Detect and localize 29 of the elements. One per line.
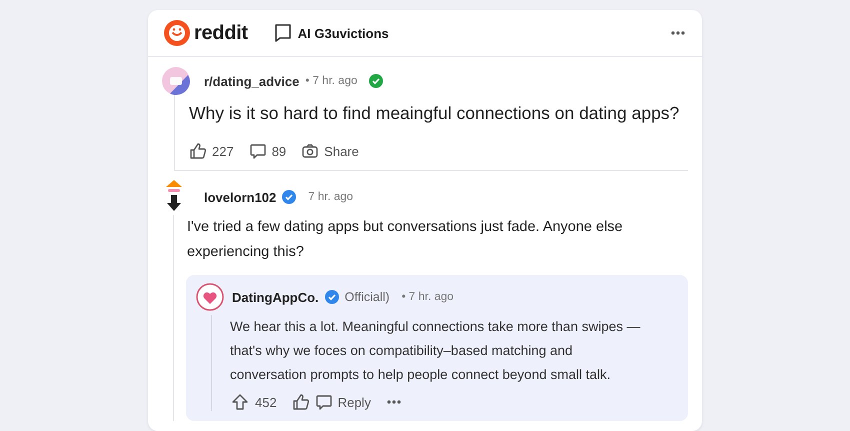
thumbs-up-icon[interactable] <box>292 393 310 411</box>
more-icon[interactable] <box>670 30 686 36</box>
comment-text: I've tried a few dating apps but conversations just fade. Anyone else experiencing this? <box>187 218 624 262</box>
count-label: 452 <box>255 394 277 410</box>
post-title: Why is it so hard to find meaingful connections on dating apps? <box>189 103 680 124</box>
thumbs-up-icon[interactable] <box>189 142 207 160</box>
username[interactable]: lovelorn102 <box>204 190 276 204</box>
reply-time: • 7 hr. ago <box>402 291 454 303</box>
subreddit-avatar-icon <box>162 67 190 95</box>
bookmark-icon[interactable] <box>274 23 292 43</box>
comment-time: 7 hr. ago <box>308 191 354 203</box>
heart-avatar-icon <box>196 283 224 311</box>
subreddit-name[interactable]: r/dating_advice <box>204 74 300 88</box>
count-label[interactable]: 89 <box>272 144 286 158</box>
share-link[interactable]: Share <box>324 144 359 158</box>
reddit-logo-icon <box>164 20 190 46</box>
user-flair: Officiall) <box>344 290 390 304</box>
comment-icon[interactable] <box>314 393 333 411</box>
upvote-icon[interactable] <box>230 393 250 411</box>
more-icon[interactable] <box>386 399 402 405</box>
post-time: • 7 hr. ago <box>305 75 358 87</box>
logo-text: reddit <box>194 22 248 44</box>
count-label: 227 <box>212 144 234 158</box>
reply-link[interactable]: Reply <box>338 394 371 410</box>
camera-icon[interactable] <box>301 142 320 160</box>
comment-icon[interactable] <box>248 142 267 160</box>
reply-text: We hear this a lot. Meaningful connections take more than swipes — that's why we foces on compatibility–based matching and conversation prompts to help people connect beyond small talk. <box>230 318 642 384</box>
username[interactable]: DatingAppCo. <box>232 290 319 304</box>
header-title: AI G3uvictions <box>298 26 389 40</box>
